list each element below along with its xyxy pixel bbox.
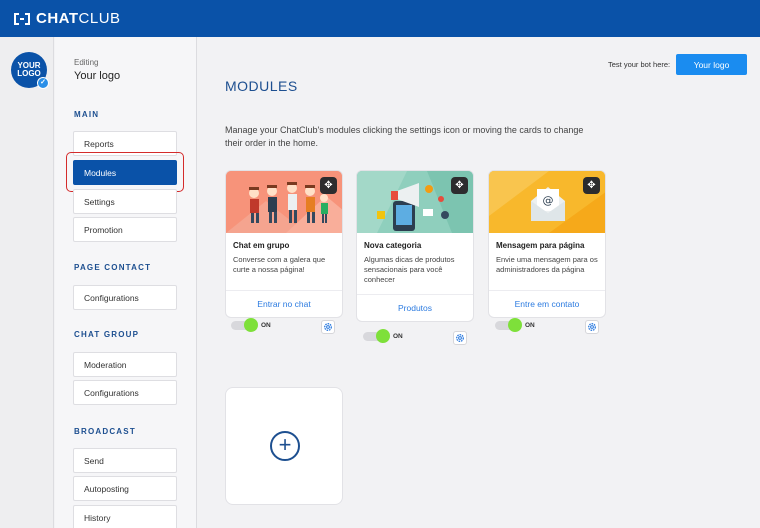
- editing-label: Editing: [74, 58, 99, 67]
- gear-icon: [456, 334, 464, 342]
- avatar-text: LOGO: [17, 69, 41, 78]
- card-body: Mensagem para página Envie uma mensagem …: [489, 233, 605, 291]
- contact-link[interactable]: Entre em contato: [489, 291, 605, 317]
- card-title: Chat em grupo: [233, 241, 290, 250]
- top-bar: CHATCLUB: [0, 0, 760, 37]
- move-icon[interactable]: ✥: [320, 177, 337, 194]
- settings-button-new-category[interactable]: [453, 331, 467, 345]
- section-chat-group: CHAT GROUP: [74, 330, 140, 339]
- chatclub-logo-icon: [14, 12, 30, 25]
- card-title: Nova categoria: [364, 241, 422, 250]
- card-description: Converse com a galera que curte a nossa …: [233, 255, 326, 274]
- card-description: Algumas dicas de produtos sensacionais p…: [364, 255, 455, 284]
- settings-button-chat-group[interactable]: [321, 320, 335, 334]
- page-intro: Manage your ChatClub's modules clicking …: [225, 125, 584, 148]
- toggle-label: ON: [525, 321, 535, 329]
- your-logo-button[interactable]: Your logo: [676, 54, 747, 75]
- section-main: MAIN: [74, 110, 100, 119]
- plus-icon[interactable]: +: [270, 431, 300, 461]
- gear-icon: [324, 323, 332, 331]
- left-rail: YOUR LOGO ✓: [0, 37, 54, 528]
- card-illustration: ✥: [357, 171, 473, 233]
- toggle-knob: [244, 317, 258, 332]
- gear-icon: [588, 323, 596, 331]
- sidebar-item-moderation[interactable]: Moderation: [73, 352, 177, 377]
- sidebar: Editing Your logo MAIN Reports Modules S…: [55, 37, 197, 528]
- active-item-highlight: [66, 152, 184, 192]
- toggle-switch[interactable]: [231, 317, 258, 332]
- sidebar-item-send[interactable]: Send: [73, 448, 177, 473]
- toggle-switch[interactable]: [363, 328, 390, 343]
- module-toggle-page-message[interactable]: ON: [495, 317, 535, 332]
- sidebar-item-promotion[interactable]: Promotion: [73, 217, 177, 242]
- card-illustration: @ ✥: [489, 171, 605, 233]
- check-icon: ✓: [37, 77, 49, 89]
- enter-chat-link[interactable]: Entrar no chat: [226, 291, 342, 317]
- section-broadcast: BROADCAST: [74, 427, 136, 436]
- toggle-knob: [508, 317, 522, 332]
- module-card-new-category[interactable]: ✥ Nova categoria Algumas dicas de produt…: [356, 170, 474, 322]
- svg-text:@: @: [543, 194, 554, 207]
- card-title: Mensagem para página: [496, 241, 585, 250]
- sidebar-item-history[interactable]: History: [73, 505, 177, 528]
- card-body: Chat em grupo Converse com a galera que …: [226, 233, 342, 291]
- avatar[interactable]: YOUR LOGO ✓: [11, 52, 49, 89]
- toggle-knob: [376, 328, 390, 343]
- card-illustration: ✥: [226, 171, 342, 233]
- module-toggle-new-category[interactable]: ON: [363, 328, 403, 343]
- page-title: MODULES: [225, 78, 298, 94]
- card-description: Envie uma mensagem para os administrador…: [496, 255, 598, 274]
- sidebar-item-chat-configurations[interactable]: Configurations: [73, 380, 177, 405]
- products-link[interactable]: Produtos: [357, 295, 473, 321]
- sidebar-item-page-configurations[interactable]: Configurations: [73, 285, 177, 310]
- module-card-chat-group[interactable]: ✥ Chat em grupo Converse com a galera qu…: [225, 170, 343, 318]
- move-icon[interactable]: ✥: [451, 177, 468, 194]
- add-module-card[interactable]: +: [225, 387, 343, 505]
- card-body: Nova categoria Algumas dicas de produtos…: [357, 233, 473, 295]
- sidebar-item-settings[interactable]: Settings: [73, 189, 177, 214]
- editing-title: Your logo: [74, 70, 121, 82]
- module-card-page-message[interactable]: @ ✥ Mensagem para página Envie uma mensa…: [488, 170, 606, 318]
- toggle-switch[interactable]: [495, 317, 522, 332]
- brand-name[interactable]: CHATCLUB: [36, 10, 121, 27]
- sidebar-item-autoposting[interactable]: Autoposting: [73, 476, 177, 501]
- settings-button-page-message[interactable]: [585, 320, 599, 334]
- test-bot-label: Test your bot here:: [608, 60, 671, 69]
- section-page-contact: PAGE CONTACT: [74, 263, 152, 272]
- module-toggle-chat-group[interactable]: ON: [231, 317, 271, 332]
- main-content: Test your bot here: Your logo MODULES Ma…: [198, 37, 760, 528]
- toggle-label: ON: [261, 321, 271, 329]
- move-icon[interactable]: ✥: [583, 177, 600, 194]
- toggle-label: ON: [393, 332, 403, 340]
